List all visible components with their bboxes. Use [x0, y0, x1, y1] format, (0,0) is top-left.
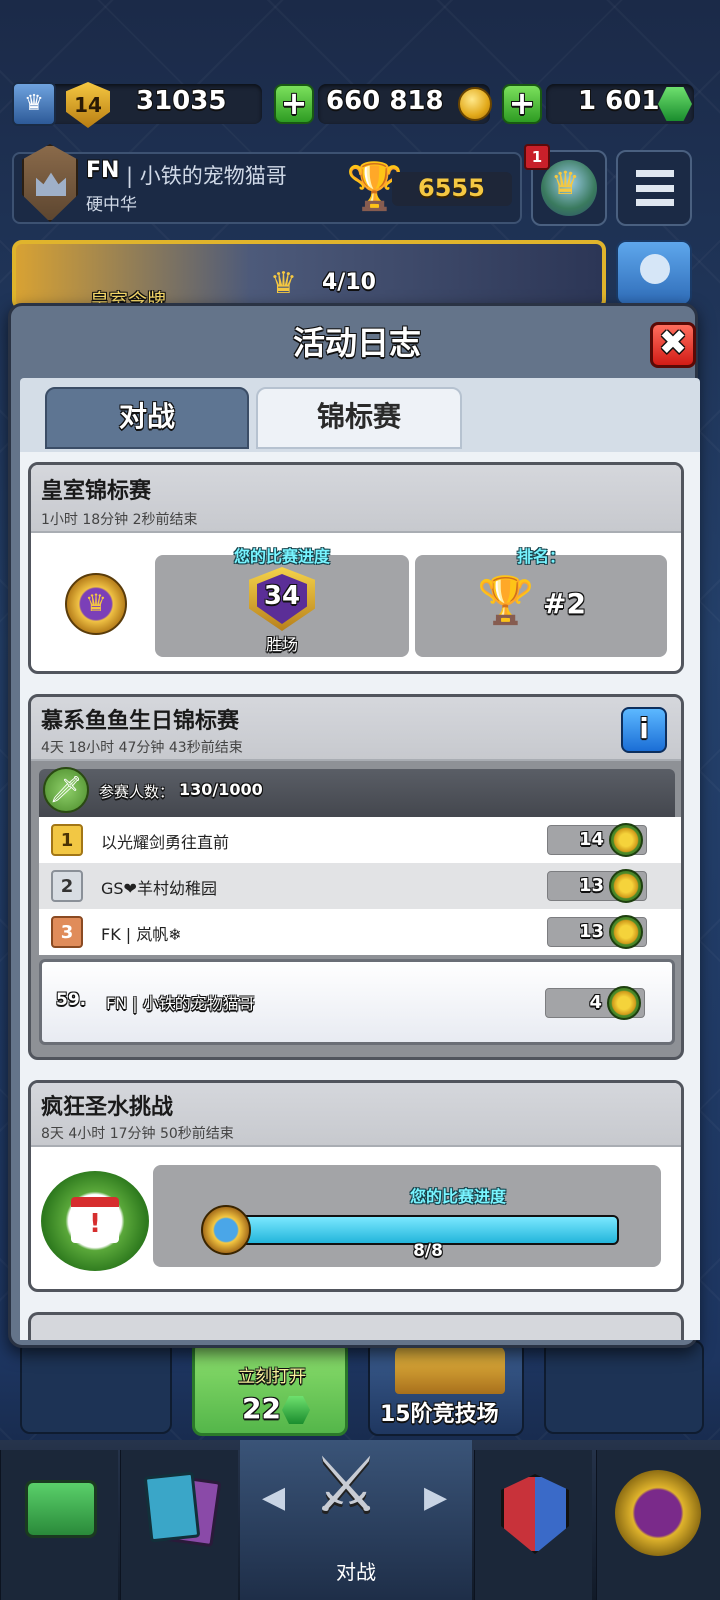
- player-name: | 小铁的宠物猫哥: [126, 164, 287, 188]
- next-card-peek: [28, 1312, 684, 1340]
- events-laurel-icon: [615, 1470, 701, 1556]
- leaderboard-row[interactable]: 2 GS❤羊村幼稚园 13: [39, 863, 681, 909]
- tournament-log-list[interactable]: 皇室锦标赛 1小时 18分钟 2秒前结束 ♛ 您的比赛进度 34 胜场 排名： …: [20, 452, 700, 1340]
- crown-globe-icon: ♛: [551, 164, 580, 202]
- crown-icon: ♛: [12, 82, 56, 126]
- challenge-card: 疯狂圣水挑战 8天 4小时 17分钟 50秒前结束 ! 您的比赛进度 8/8: [28, 1080, 684, 1292]
- trophy-icon: [609, 915, 643, 949]
- progress-label: 您的比赛进度: [233, 547, 330, 566]
- right-arrow-icon[interactable]: ▶: [424, 1480, 447, 1515]
- battle-label: 对战: [336, 1560, 376, 1584]
- card-title: 皇室锦标赛: [41, 479, 152, 504]
- leaderboard-row[interactable]: 1 以光耀剑勇往直前 14: [39, 817, 681, 863]
- left-arrow-icon[interactable]: ◀: [262, 1480, 285, 1515]
- card-title: 慕系鱼鱼生日锦标赛: [41, 709, 240, 734]
- trophy-icon: [609, 869, 643, 903]
- sword-icon: 🗡: [43, 767, 89, 813]
- nav-cards[interactable]: [120, 1450, 238, 1600]
- open-cost: 22: [242, 1392, 281, 1425]
- rank-number: 2: [51, 870, 83, 902]
- xp-count: 31035: [136, 86, 227, 116]
- progress-value: 8/8: [413, 1241, 443, 1261]
- rank-value: #2: [543, 587, 586, 620]
- nav-shop[interactable]: [0, 1450, 118, 1600]
- chest-slot-empty[interactable]: [544, 1340, 704, 1434]
- player-name: FK | 岚帆❄: [101, 925, 182, 944]
- royal-tournament-card: 皇室锦标赛 1小时 18分钟 2秒前结束 ♛ 您的比赛进度 34 胜场 排名： …: [28, 462, 684, 674]
- my-rank: 59.: [56, 990, 87, 1010]
- card-title: 疯狂圣水挑战: [41, 1095, 174, 1120]
- social-button[interactable]: [616, 240, 692, 306]
- menu-icon: [636, 170, 674, 206]
- progress-label: 您的比赛进度: [409, 1187, 506, 1206]
- arena-label: 15阶竞技场: [380, 1402, 499, 1427]
- gold-count: 660 818: [326, 86, 444, 116]
- player-name: 以光耀剑勇往直前: [101, 833, 230, 852]
- end-time: 8天 4小时 17分钟 50秒前结束: [41, 1126, 234, 1142]
- shop-chest-icon: [25, 1480, 97, 1538]
- rank-number: 1: [51, 824, 83, 856]
- royal-tournament-icon: ♛: [65, 573, 127, 635]
- trophy-icon: [609, 823, 643, 857]
- clan-name: 硬中华: [86, 195, 137, 215]
- leaderboard-row[interactable]: 3 FK | 岚帆❄ 13: [39, 909, 681, 955]
- gem-count: 1 601: [578, 86, 660, 116]
- chest-slot-empty[interactable]: [20, 1340, 172, 1434]
- clan-wars-icon: [501, 1474, 569, 1554]
- gold-coin-icon: [458, 87, 492, 121]
- nav-clan[interactable]: [474, 1450, 592, 1600]
- trophy-count: 6555: [418, 174, 485, 202]
- participants-count: 130/1000: [179, 780, 263, 799]
- tab-battle[interactable]: 对战: [45, 387, 249, 449]
- menu-button[interactable]: [616, 150, 692, 226]
- crown-icon: ♛: [270, 266, 297, 301]
- tab-tournament[interactable]: 锦标赛: [256, 387, 462, 449]
- nav-events[interactable]: [596, 1450, 720, 1600]
- trophy-icon: 🏆: [477, 573, 535, 627]
- my-rank-row[interactable]: 59. FN | 小铁的宠物猫哥 4: [39, 959, 675, 1045]
- rank-number: 3: [51, 916, 83, 948]
- info-button[interactable]: i: [621, 707, 667, 753]
- close-button[interactable]: ✖: [650, 322, 696, 368]
- people-icon: [640, 254, 670, 284]
- modal-title: 活动日志: [292, 324, 421, 362]
- nav-battle[interactable]: ◀ ▶ ⚔ 对战: [240, 1440, 472, 1600]
- wins-count: 34: [263, 581, 301, 611]
- participants-label: 参赛人数：: [99, 783, 175, 801]
- open-now-label: 立刻打开: [238, 1367, 306, 1387]
- my-name: FN | 小铁的宠物猫哥: [106, 994, 255, 1013]
- chest-icon: [395, 1346, 505, 1394]
- end-time: 1小时 18分钟 2秒前结束: [41, 512, 198, 528]
- wins-label: 胜场: [265, 635, 298, 654]
- clan-tag: FN: [86, 158, 120, 183]
- crossed-swords-icon: ⚔: [312, 1440, 381, 1529]
- add-gems-button[interactable]: +: [502, 84, 542, 124]
- crown-progress: 4/10: [322, 270, 376, 295]
- progress-fill: [239, 1217, 617, 1243]
- add-gold-button[interactable]: +: [274, 84, 314, 124]
- rank-label: 排名：: [516, 547, 565, 566]
- end-time: 4天 18小时 47分钟 43秒前结束: [41, 740, 243, 756]
- challenge-calendar-icon: !: [41, 1171, 149, 1271]
- trophy-icon: [607, 986, 641, 1020]
- notification-badge: 1: [524, 144, 550, 170]
- rank-box: [415, 555, 667, 657]
- custom-tournament-card: 慕系鱼鱼生日锦标赛 4天 18小时 47分钟 43秒前结束 i 🗡 参赛人数： …: [28, 694, 684, 1060]
- player-name: GS❤羊村幼稚园: [101, 879, 217, 898]
